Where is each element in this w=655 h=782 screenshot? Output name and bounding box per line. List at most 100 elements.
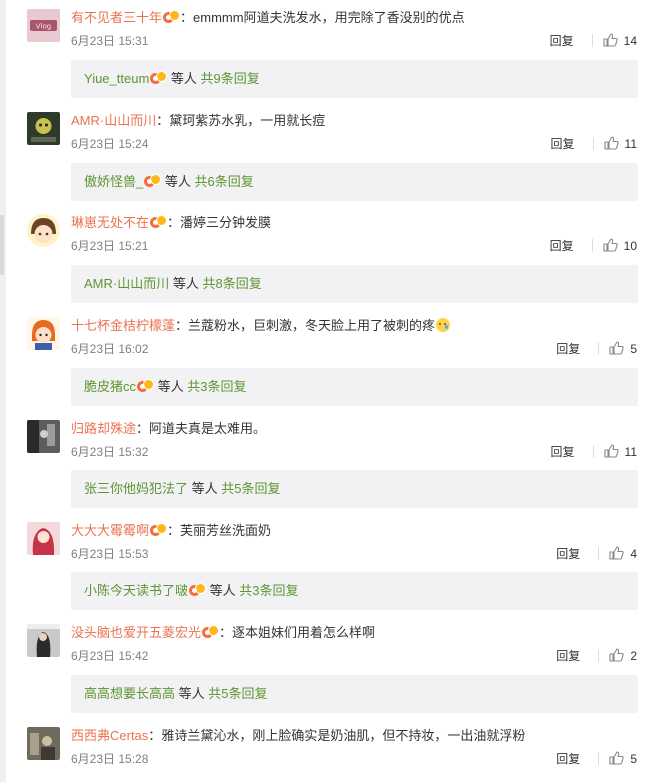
- separator: ：: [148, 728, 162, 743]
- divider: [598, 752, 600, 765]
- reply-button[interactable]: 回复: [556, 752, 580, 766]
- view-more-replies-link[interactable]: 共5条回复: [221, 481, 280, 496]
- comment-time: 6月23日 15:42: [71, 649, 149, 663]
- comment-line: 琳崽无处不在 ：潘婷三分钟发膜: [71, 214, 271, 232]
- avatar[interactable]: [27, 420, 60, 453]
- sub-replies-box[interactable]: 高高想要长高高 等人 共5条回复: [71, 675, 638, 713]
- comment-line: 没头脑也爱开五菱宏光 ：逐本姐妹们用着怎么样啊: [71, 624, 375, 642]
- sub-etc-label: 等人: [157, 379, 184, 394]
- reply-button[interactable]: 回复: [556, 649, 580, 663]
- comment-text: 阿道夫真是太难用。: [149, 421, 267, 436]
- comment-actions: 回复 10: [550, 237, 637, 255]
- view-more-replies-link[interactable]: 共3条回复: [187, 379, 246, 394]
- sub-replies-box[interactable]: 脆皮猪cc 等人 共3条回复: [71, 368, 638, 406]
- sub-replies-box[interactable]: 傲娇怪兽_ 等人 共6条回复: [71, 163, 638, 201]
- avatar[interactable]: [27, 522, 60, 555]
- separator: ：: [167, 523, 181, 538]
- sub-replies-summary: Yiue_tteum 等人 共9条回复: [84, 70, 260, 88]
- vip-badge-icon: [150, 71, 168, 85]
- comment-actions: 回复 5: [556, 340, 637, 358]
- thumbs-up-icon[interactable]: [609, 648, 624, 662]
- sub-replies-summary: 小陈今天读书了啵 等人 共3条回复: [84, 582, 299, 600]
- comment-line: 西西弗Certas：雅诗兰黛沁水，刚上脸确实是奶油肌，但不持妆，一出油就浮粉: [71, 727, 525, 745]
- like-count: 10: [623, 239, 637, 253]
- view-more-replies-link[interactable]: 共5条回复: [208, 686, 267, 701]
- sub-etc-label: 等人: [172, 276, 199, 291]
- vip-badge-icon: [137, 379, 155, 393]
- sub-username-link[interactable]: 张三你他妈犯法了: [84, 481, 188, 496]
- sub-username-link[interactable]: 傲娇怪兽_: [84, 174, 143, 189]
- comment-text: 芙丽芳丝洗面奶: [180, 523, 272, 538]
- view-more-replies-link[interactable]: 共3条回复: [239, 583, 298, 598]
- comment-text: 逐本姐妹们用着怎么样啊: [232, 625, 376, 640]
- sub-replies-box[interactable]: 张三你他妈犯法了 等人 共5条回复: [71, 470, 638, 508]
- thumbs-up-icon[interactable]: [603, 136, 619, 150]
- sub-etc-label: 等人: [191, 481, 218, 496]
- comment-actions: 回复 5: [556, 750, 637, 768]
- sub-username-link[interactable]: 高高想要长高高: [84, 686, 175, 701]
- comment-actions: 回复 11: [551, 135, 637, 153]
- sub-replies-summary: 脆皮猪cc 等人 共3条回复: [84, 378, 247, 396]
- comment-time: 6月23日 15:21: [71, 239, 149, 253]
- username-link[interactable]: 十七杯金桔柠檬蓬: [71, 318, 175, 333]
- comment-time: 6月23日 15:31: [71, 34, 149, 48]
- vip-badge-icon: [150, 523, 168, 537]
- comment-time: 6月23日 15:53: [71, 547, 149, 561]
- thumbs-up-icon[interactable]: [609, 341, 624, 355]
- left-edge-strip: [0, 0, 6, 782]
- username-link[interactable]: AMR·山山而川: [71, 113, 156, 128]
- username-link[interactable]: 有不见者三十年: [71, 10, 162, 25]
- comment-line: 归路却殊途：阿道夫真是太难用。: [71, 420, 266, 438]
- divider: [598, 342, 600, 355]
- reply-button[interactable]: 回复: [551, 137, 575, 151]
- view-more-replies-link[interactable]: 共9条回复: [201, 71, 260, 86]
- view-more-replies-link[interactable]: 共8条回复: [202, 276, 261, 291]
- reply-button[interactable]: 回复: [556, 547, 580, 561]
- username-link[interactable]: 没头脑也爱开五菱宏光: [71, 625, 201, 640]
- sub-replies-box[interactable]: Yiue_tteum 等人 共9条回复: [71, 60, 638, 98]
- comment-text: 雅诗兰黛沁水，刚上脸确实是奶油肌，但不持妆，一出油就浮粉: [161, 728, 526, 743]
- view-more-replies-link[interactable]: 共6条回复: [195, 174, 254, 189]
- reply-button[interactable]: 回复: [550, 34, 574, 48]
- vip-badge-icon: [163, 10, 181, 24]
- divider: [591, 239, 593, 252]
- avatar[interactable]: Vlog: [27, 9, 60, 42]
- avatar[interactable]: [27, 214, 60, 247]
- sub-etc-label: 等人: [178, 686, 205, 701]
- thumbs-up-icon[interactable]: [603, 238, 618, 252]
- comment-time: 6月23日 15:28: [71, 752, 149, 766]
- reply-button[interactable]: 回复: [551, 445, 575, 459]
- thumbs-up-icon[interactable]: [603, 33, 618, 47]
- username-link[interactable]: 西西弗Certas: [71, 728, 148, 743]
- divider: [591, 34, 593, 47]
- avatar[interactable]: [27, 727, 60, 760]
- sub-replies-summary: 高高想要长高高 等人 共5条回复: [84, 685, 268, 703]
- thumbs-up-icon[interactable]: [609, 751, 624, 765]
- avatar[interactable]: [27, 317, 60, 350]
- thumbs-up-icon[interactable]: [603, 444, 619, 458]
- separator: ：: [219, 625, 233, 640]
- sub-etc-label: 等人: [170, 71, 197, 86]
- sub-replies-box[interactable]: 小陈今天读书了啵 等人 共3条回复: [71, 572, 638, 610]
- left-edge-marker: [0, 215, 4, 275]
- vip-badge-icon: [189, 583, 207, 597]
- sub-username-link[interactable]: AMR·山山而川: [84, 276, 169, 291]
- sub-username-link[interactable]: Yiue_tteum: [84, 71, 149, 86]
- username-link[interactable]: 琳崽无处不在: [71, 215, 149, 230]
- like-count: 5: [630, 752, 637, 766]
- sub-username-link[interactable]: 脆皮猪cc: [84, 379, 136, 394]
- avatar[interactable]: [27, 112, 60, 145]
- username-link[interactable]: 大大大霉霉啊: [71, 523, 149, 538]
- reply-button[interactable]: 回复: [550, 239, 574, 253]
- comment-text: emmmm阿道夫洗发水，用完除了香没别的优点: [193, 10, 465, 25]
- sub-replies-box[interactable]: AMR·山山而川 等人 共8条回复: [71, 265, 638, 303]
- comment-actions: 回复 4: [556, 545, 637, 563]
- like-count: 11: [624, 137, 637, 151]
- reply-button[interactable]: 回复: [556, 342, 580, 356]
- avatar[interactable]: [27, 624, 60, 657]
- username-link[interactable]: 归路却殊途: [71, 421, 136, 436]
- thumbs-up-icon[interactable]: [609, 546, 624, 560]
- like-count: 5: [630, 342, 637, 356]
- divider: [598, 547, 600, 560]
- sub-username-link[interactable]: 小陈今天读书了啵: [84, 583, 188, 598]
